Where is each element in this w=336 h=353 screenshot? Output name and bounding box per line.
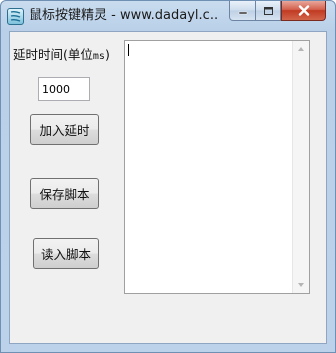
script-textarea[interactable] bbox=[124, 40, 310, 294]
delay-label-unit: ms bbox=[92, 51, 105, 62]
close-icon bbox=[298, 5, 309, 16]
text-caret bbox=[128, 44, 129, 56]
delay-label: 延时时间(单位ms) bbox=[13, 47, 125, 63]
window-title: 鼠标按键精灵 - www.dadayl.c... bbox=[29, 8, 219, 23]
minimize-button[interactable] bbox=[229, 1, 256, 21]
maximize-button[interactable] bbox=[255, 1, 281, 21]
close-button[interactable] bbox=[281, 1, 326, 21]
scroll-up-arrow-icon[interactable] bbox=[298, 47, 304, 51]
maximize-icon bbox=[263, 6, 273, 15]
minimize-icon bbox=[238, 11, 247, 14]
client-area: 延时时间(单位ms) 加入延时 保存脚本 读入脚本 bbox=[9, 31, 327, 344]
load-script-button[interactable]: 读入脚本 bbox=[33, 238, 99, 269]
delay-label-suffix: ) bbox=[104, 47, 110, 62]
scroll-down-arrow-icon[interactable] bbox=[298, 283, 304, 287]
app-window: 鼠标按键精灵 - www.dadayl.c... 延时时间(单位ms) 加入延时… bbox=[0, 0, 336, 353]
delay-input[interactable] bbox=[38, 77, 90, 101]
vertical-scrollbar[interactable] bbox=[292, 41, 309, 293]
title-bar[interactable]: 鼠标按键精灵 - www.dadayl.c... bbox=[1, 1, 335, 31]
mouse-icon bbox=[7, 8, 24, 25]
delay-label-text: 延时时间(单位 bbox=[13, 47, 93, 62]
add-delay-button[interactable]: 加入延时 bbox=[30, 114, 99, 145]
save-script-button[interactable]: 保存脚本 bbox=[30, 178, 99, 209]
